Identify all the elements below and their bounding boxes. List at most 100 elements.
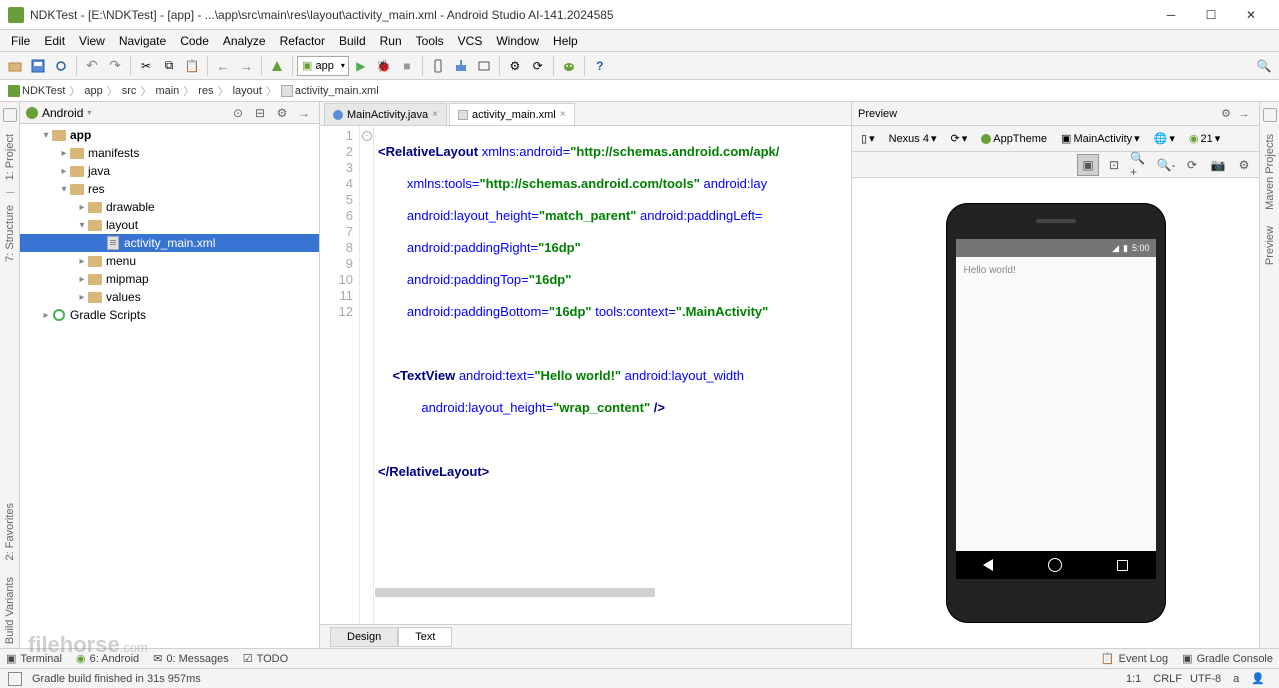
device-screen[interactable]: ◢ ▮ 5:00 Hello world! <box>956 239 1156 579</box>
tree-menu[interactable]: ▸menu <box>20 252 319 270</box>
theme-select[interactable]: AppTheme <box>976 130 1052 148</box>
run-config-select[interactable]: ▣ app <box>297 56 349 76</box>
android-monitor-button[interactable] <box>558 55 580 77</box>
tree-mipmap[interactable]: ▸mipmap <box>20 270 319 288</box>
tool-favorites[interactable]: 2: Favorites <box>4 499 16 564</box>
crumb-app[interactable]: app <box>82 85 104 97</box>
menu-build[interactable]: Build <box>332 32 373 50</box>
run-button[interactable]: ▶ <box>350 55 372 77</box>
captures-icon[interactable] <box>3 108 17 122</box>
code-content[interactable]: <RelativeLayout xmlns:android="http://sc… <box>374 126 851 624</box>
api-select[interactable]: ◉21▾ <box>1184 129 1225 148</box>
zoom-actual-button[interactable]: ⊡ <box>1103 154 1125 176</box>
redo-button[interactable]: ↷ <box>104 55 126 77</box>
menu-help[interactable]: Help <box>546 32 585 50</box>
tree-activity-main[interactable]: activity_main.xml <box>20 234 319 252</box>
crumb-main[interactable]: main <box>153 85 181 97</box>
menu-tools[interactable]: Tools <box>409 32 451 50</box>
tool-project[interactable]: 1: Project <box>4 130 16 184</box>
line-separator[interactable]: CRLF <box>1147 673 1184 685</box>
file-encoding[interactable]: UTF-8 <box>1184 673 1227 685</box>
close-button[interactable]: ✕ <box>1231 3 1271 27</box>
nav-back-button[interactable]: ← <box>212 55 234 77</box>
search-everywhere-button[interactable]: 🔍 <box>1253 55 1275 77</box>
tool-messages[interactable]: ✉0: Messages <box>153 652 229 665</box>
scroll-from-source-button[interactable]: ⊙ <box>229 104 247 122</box>
tool-maven[interactable]: Maven Projects <box>1264 130 1276 214</box>
preview-canvas[interactable]: ◢ ▮ 5:00 Hello world! <box>852 178 1259 648</box>
tree-gradle-scripts[interactable]: ▸Gradle Scripts <box>20 306 319 324</box>
tree-app[interactable]: ▾app <box>20 126 319 144</box>
locale-select[interactable]: 🌐▾ <box>1149 129 1180 148</box>
avd-manager-button[interactable] <box>427 55 449 77</box>
maximize-button[interactable]: ☐ <box>1191 3 1231 27</box>
device-select[interactable]: ▯▾ <box>856 129 880 148</box>
tree-layout[interactable]: ▾layout <box>20 216 319 234</box>
tab-mainactivity[interactable]: MainActivity.java × <box>324 103 447 125</box>
tree-java[interactable]: ▸java <box>20 162 319 180</box>
debug-button[interactable]: 🐞 <box>373 55 395 77</box>
tree-drawable[interactable]: ▸drawable <box>20 198 319 216</box>
fold-icon[interactable]: − <box>362 131 372 141</box>
nav-forward-button[interactable]: → <box>235 55 257 77</box>
paste-button[interactable]: 📋 <box>181 55 203 77</box>
menu-analyze[interactable]: Analyze <box>216 32 273 50</box>
tool-terminal[interactable]: ▣Terminal <box>6 652 62 665</box>
project-structure-button[interactable]: ⚙ <box>504 55 526 77</box>
horizontal-scrollbar[interactable] <box>375 588 849 598</box>
open-button[interactable] <box>4 55 26 77</box>
undo-button[interactable]: ↶ <box>81 55 103 77</box>
zoom-out-button[interactable]: 🔍- <box>1155 154 1177 176</box>
tab-close-icon[interactable]: × <box>560 109 566 120</box>
cut-button[interactable]: ✂ <box>135 55 157 77</box>
project-tree[interactable]: ▾app ▸manifests ▸java ▾res ▸drawable ▾la… <box>20 124 319 648</box>
menu-navigate[interactable]: Navigate <box>112 32 173 50</box>
menu-refactor[interactable]: Refactor <box>273 32 332 50</box>
sdk-manager-button[interactable] <box>450 55 472 77</box>
tree-values[interactable]: ▸values <box>20 288 319 306</box>
context-indicator[interactable]: a <box>1227 673 1245 685</box>
ddms-button[interactable] <box>473 55 495 77</box>
panel-settings-button[interactable]: ⚙ <box>273 104 291 122</box>
crumb-res[interactable]: res <box>196 85 215 97</box>
tab-close-icon[interactable]: × <box>432 109 438 120</box>
menu-edit[interactable]: Edit <box>37 32 72 50</box>
screenshot-button[interactable]: 📷 <box>1207 154 1229 176</box>
sync-button[interactable] <box>50 55 72 77</box>
menu-vcs[interactable]: VCS <box>451 32 490 50</box>
sync-gradle-button[interactable]: ⟳ <box>527 55 549 77</box>
tool-build-variants[interactable]: Build Variants <box>4 573 16 648</box>
tool-structure[interactable]: 7: Structure <box>4 201 16 266</box>
project-view-mode[interactable]: Android ▾ <box>26 106 91 120</box>
device-name-select[interactable]: Nexus 4▾ <box>884 129 942 148</box>
collapse-all-button[interactable]: ⊟ <box>251 104 269 122</box>
hide-panel-button[interactable]: → <box>295 104 313 122</box>
design-tab[interactable]: Design <box>330 627 398 647</box>
crumb-file[interactable]: activity_main.xml <box>279 85 381 97</box>
stop-button[interactable]: ■ <box>396 55 418 77</box>
zoom-fit-button[interactable]: ▣ <box>1077 154 1099 176</box>
tree-res[interactable]: ▾res <box>20 180 319 198</box>
menu-view[interactable]: View <box>72 32 112 50</box>
save-all-button[interactable] <box>27 55 49 77</box>
help-button[interactable]: ? <box>589 55 611 77</box>
tool-windows-button[interactable] <box>8 672 22 686</box>
tab-activity-main-xml[interactable]: activity_main.xml × <box>449 103 575 125</box>
inspector-icon[interactable]: 👤 <box>1245 672 1271 685</box>
gradle-tool-icon[interactable] <box>1263 108 1277 122</box>
zoom-in-button[interactable]: 🔍+ <box>1129 154 1151 176</box>
code-editor[interactable]: 123456789101112 − <RelativeLayout xmlns:… <box>320 126 851 624</box>
crumb-root[interactable]: NDKTest <box>6 85 67 97</box>
activity-select[interactable]: ▣MainActivity▾ <box>1056 129 1145 148</box>
minimize-button[interactable]: ─ <box>1151 3 1191 27</box>
preview-hide-button[interactable]: → <box>1235 105 1253 123</box>
crumb-src[interactable]: src <box>120 85 139 97</box>
preview-settings-button[interactable]: ⚙ <box>1217 105 1235 123</box>
tree-manifests[interactable]: ▸manifests <box>20 144 319 162</box>
tool-android-monitor[interactable]: ◉6: Android <box>76 652 139 665</box>
make-button[interactable] <box>266 55 288 77</box>
tool-todo[interactable]: ☑TODO <box>243 652 288 665</box>
orientation-select[interactable]: ⟳▾ <box>945 129 972 148</box>
preview-settings-gear[interactable]: ⚙ <box>1233 154 1255 176</box>
menu-window[interactable]: Window <box>489 32 546 50</box>
